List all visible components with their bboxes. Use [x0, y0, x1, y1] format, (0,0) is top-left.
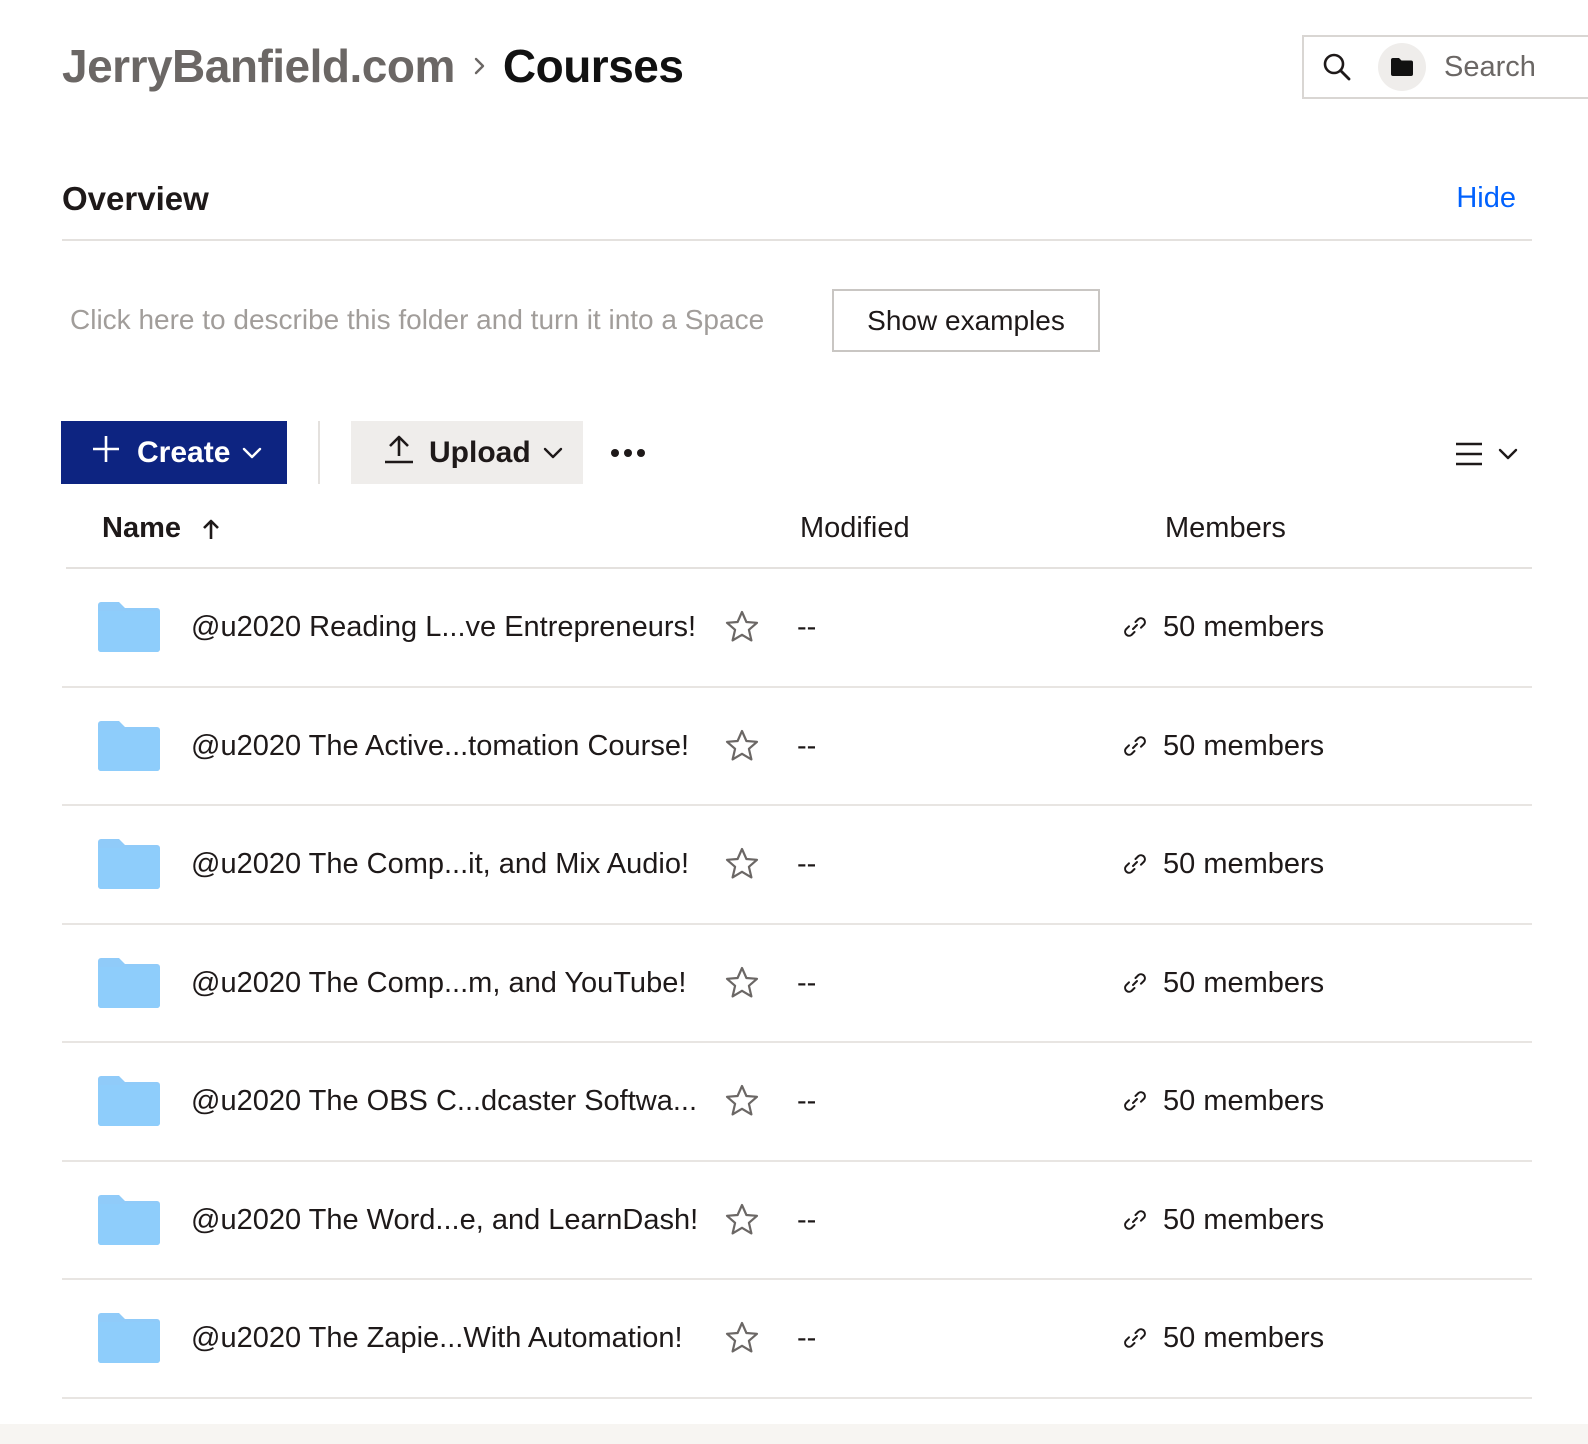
star-icon[interactable]: [724, 1202, 760, 1238]
folder-icon: [98, 1076, 160, 1126]
file-name[interactable]: @u2020 The Active...tomation Course!: [191, 730, 689, 763]
link-icon: [1122, 1207, 1148, 1233]
link-icon: [1122, 1325, 1148, 1351]
more-horizontal-icon[interactable]: [610, 438, 650, 468]
star-icon[interactable]: [724, 1083, 760, 1119]
folder-icon: [98, 1313, 160, 1363]
modified-value: --: [797, 1322, 817, 1354]
link-icon: [1122, 851, 1148, 877]
create-button[interactable]: Create: [61, 421, 287, 484]
folder-scope-icon[interactable]: [1378, 43, 1426, 91]
hide-overview-link[interactable]: Hide: [1456, 182, 1516, 215]
column-header-members[interactable]: Members: [1165, 512, 1286, 545]
folder-icon: [98, 720, 160, 771]
file-name[interactable]: @u2020 Reading L...ve Entrepreneurs!: [191, 611, 696, 644]
modified-value: --: [797, 729, 817, 762]
star-icon[interactable]: [724, 728, 760, 764]
arrow-up-icon: [201, 517, 221, 541]
bottom-edge: [0, 1424, 1588, 1444]
page-title: Courses: [502, 40, 684, 92]
members-value[interactable]: 50 members: [1163, 730, 1324, 763]
upload-button[interactable]: Upload: [351, 421, 583, 484]
table-row[interactable]: @u2020 The Active...tomation Course! -- …: [62, 688, 1532, 806]
folder-icon: [98, 957, 160, 1008]
search-icon[interactable]: [1322, 52, 1352, 82]
modified-value: --: [797, 966, 817, 999]
table-row[interactable]: @u2020 The Comp...m, and YouTube! -- 50 …: [62, 925, 1532, 1043]
link-icon: [1122, 614, 1148, 640]
search-input[interactable]: Search: [1444, 51, 1536, 84]
modified-value: --: [797, 1203, 817, 1236]
folder-icon: [98, 839, 160, 889]
star-icon[interactable]: [724, 609, 760, 645]
plus-icon: [91, 434, 121, 472]
create-label: Create: [137, 435, 231, 469]
upload-icon: [383, 434, 415, 472]
list-view-icon[interactable]: [1452, 434, 1524, 474]
star-icon[interactable]: [724, 1320, 760, 1356]
members-value[interactable]: 50 members: [1163, 1322, 1324, 1355]
toolbar-divider: [318, 421, 320, 484]
link-icon: [1122, 1088, 1148, 1114]
star-icon[interactable]: [724, 965, 760, 1001]
file-name[interactable]: @u2020 The Comp...m, and YouTube!: [191, 967, 686, 1000]
table-row[interactable]: @u2020 The Word...e, and LearnDash! -- 5…: [62, 1162, 1532, 1280]
modified-value: --: [797, 611, 817, 643]
star-icon[interactable]: [724, 846, 760, 882]
members-value[interactable]: 50 members: [1163, 1085, 1324, 1118]
members-value[interactable]: 50 members: [1163, 611, 1324, 644]
divider: [62, 239, 1532, 241]
file-name[interactable]: @u2020 The Word...e, and LearnDash!: [191, 1204, 698, 1237]
breadcrumb-parent-link[interactable]: JerryBanfield.com: [62, 39, 455, 93]
file-name[interactable]: @u2020 The Zapie...With Automation!: [191, 1322, 683, 1355]
upload-label: Upload: [429, 435, 531, 469]
link-icon: [1122, 733, 1148, 759]
modified-value: --: [797, 848, 817, 880]
folder-icon: [98, 1194, 160, 1245]
column-header-name[interactable]: Name: [102, 512, 221, 545]
show-examples-button[interactable]: Show examples: [832, 289, 1100, 352]
modified-value: --: [797, 1085, 817, 1117]
link-icon: [1122, 970, 1148, 996]
chevron-right-icon: [473, 55, 487, 77]
file-name[interactable]: @u2020 The Comp...it, and Mix Audio!: [191, 848, 689, 881]
table-row[interactable]: @u2020 The Comp...it, and Mix Audio! -- …: [62, 806, 1532, 925]
table-row[interactable]: @u2020 Reading L...ve Entrepreneurs! -- …: [62, 569, 1532, 688]
breadcrumb: JerryBanfield.com Courses: [62, 36, 684, 96]
table-row[interactable]: @u2020 The Zapie...With Automation! -- 5…: [62, 1280, 1532, 1399]
file-list: @u2020 Reading L...ve Entrepreneurs! -- …: [62, 569, 1532, 1399]
members-value[interactable]: 50 members: [1163, 848, 1324, 881]
column-header-name-label: Name: [102, 512, 181, 544]
chevron-down-icon: [543, 446, 563, 460]
search-box[interactable]: Search: [1302, 35, 1588, 99]
chevron-down-icon: [242, 446, 262, 460]
column-header-modified[interactable]: Modified: [800, 512, 910, 545]
folder-description-prompt[interactable]: Click here to describe this folder and t…: [70, 304, 764, 336]
file-name[interactable]: @u2020 The OBS C...dcaster Softwa...: [191, 1085, 697, 1118]
overview-heading: Overview: [62, 180, 209, 217]
members-value[interactable]: 50 members: [1163, 967, 1324, 1000]
members-value[interactable]: 50 members: [1163, 1204, 1324, 1237]
folder-icon: [98, 602, 160, 652]
table-row[interactable]: @u2020 The OBS C...dcaster Softwa... -- …: [62, 1043, 1532, 1162]
dropbox-folder-page: JerryBanfield.com Courses Search Overvie…: [0, 0, 1588, 1444]
